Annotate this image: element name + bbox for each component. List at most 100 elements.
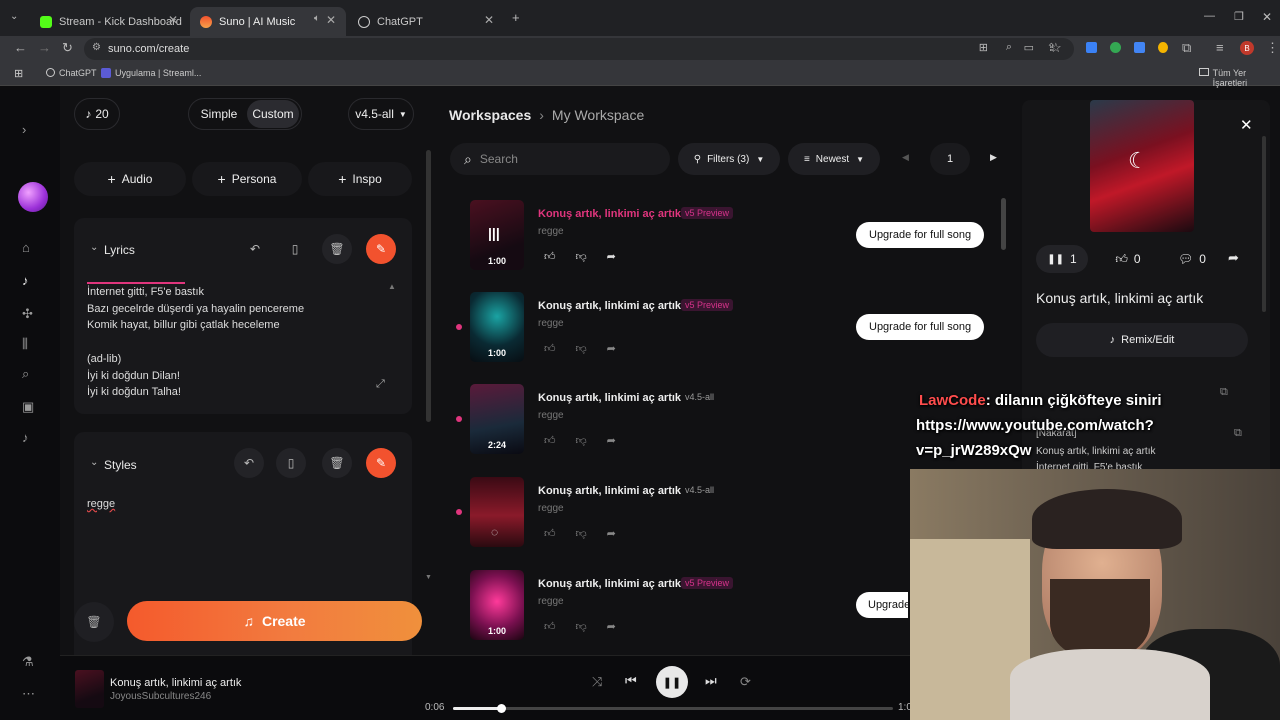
expand-icon[interactable]: ⤢ [376, 378, 385, 391]
song-genre[interactable]: regge [538, 318, 564, 329]
notifications-bell-icon[interactable]: ♪ [22, 430, 29, 445]
profile-avatar[interactable]: B [1240, 41, 1254, 55]
bookmark-button[interactable]: ▯ [280, 234, 310, 264]
undo-button[interactable]: ↶ [234, 448, 264, 478]
song-cover[interactable]: 2:24 [470, 384, 524, 454]
like-icon[interactable]: 👍︎ [544, 435, 576, 447]
song-cover[interactable]: 1:00 [470, 292, 524, 362]
previous-track-icon[interactable]: ⏮︎ [625, 673, 637, 689]
like-button[interactable]: 👍︎ 0 [1108, 245, 1148, 273]
model-select[interactable]: v4.5-all ▼ [348, 98, 414, 130]
filters-button[interactable]: ⚲ Filters (3) ▼ [678, 143, 780, 175]
home-icon[interactable]: ⌂ [22, 240, 30, 255]
upgrade-button[interactable]: Upgrade for full song [856, 314, 985, 340]
cast-icon[interactable]: ▭ [1024, 41, 1034, 54]
scrollbar[interactable] [1262, 136, 1266, 312]
next-track-icon[interactable]: ⏭︎ [705, 673, 717, 689]
tab-chatgpt[interactable]: ChatGPT ✕ [348, 7, 504, 36]
like-icon[interactable]: 👍︎ [544, 528, 576, 540]
next-page-icon[interactable]: ▶ [990, 152, 997, 163]
bookmark-streamlabs[interactable]: Uygulama | Streaml... [101, 68, 201, 78]
player-song-title[interactable]: Konuş artık, linkimi aç artık [110, 677, 241, 689]
lyrics-textarea[interactable]: İnternet gitti, F5'e bastık Bazı gecelrd… [87, 284, 304, 401]
minimize-icon[interactable]: — [1204, 10, 1215, 22]
song-title[interactable]: Konuş artık, linkimi aç artık [538, 392, 681, 404]
upgrade-button[interactable]: Upgrade [856, 592, 908, 618]
zoom-icon[interactable]: ⌕ [1006, 41, 1012, 54]
upgrade-button[interactable]: Upgrade for full song [856, 222, 985, 248]
extension-icon[interactable] [1086, 42, 1097, 53]
song-row[interactable]: 1:00 Konuş artık, linkimi aç artık v5 Pr… [456, 292, 1008, 372]
copy-icon[interactable]: ⧉ [1234, 427, 1242, 440]
clear-lyrics-button[interactable]: 🗑︎ [322, 234, 352, 264]
like-icon[interactable]: 👍︎ [544, 343, 576, 355]
close-tab-icon[interactable]: ✕ [484, 13, 494, 27]
scroll-down-icon[interactable]: ▼ [425, 574, 432, 581]
bookmark-button[interactable]: ▯ [276, 448, 306, 478]
prev-page-icon[interactable]: ◀ [902, 152, 909, 163]
share-arrow-icon[interactable]: ➦ [607, 435, 636, 447]
page-number[interactable]: 1 [930, 143, 970, 175]
expand-sidebar-icon[interactable]: › [22, 122, 26, 137]
tab-kick[interactable]: Stream - Kick Dashboard ✕ [30, 7, 188, 36]
song-row[interactable]: ||| 1:00 Konuş artık, linkimi aç artık v5… [468, 200, 1008, 280]
search-icon[interactable]: ⌕ [22, 366, 29, 382]
dislike-icon[interactable]: 👎︎ [576, 251, 607, 263]
dislike-icon[interactable]: 👎︎ [576, 621, 607, 633]
bookmark-star-icon[interactable]: ☆ [1050, 40, 1062, 56]
extension-icon[interactable] [1134, 42, 1145, 53]
scrollbar[interactable] [426, 150, 431, 422]
progress-handle[interactable] [497, 704, 507, 713]
share-arrow-icon[interactable]: ➦ [1228, 250, 1239, 266]
hooks-icon[interactable]: ▣ [22, 399, 34, 415]
add-audio-button[interactable]: + Audio [74, 162, 186, 196]
breadcrumb-my-workspace[interactable]: My Workspace [552, 107, 644, 123]
close-icon[interactable]: ✕ [1240, 116, 1253, 134]
library-icon[interactable]: ⫼ [22, 336, 28, 352]
forward-icon[interactable]: → [38, 40, 51, 55]
song-genre[interactable]: regge [538, 226, 564, 237]
share-arrow-icon[interactable]: ➦ [607, 251, 636, 263]
collapse-chevron-icon[interactable]: ⌄ [90, 242, 98, 253]
magic-wand-button[interactable]: ✎ [366, 234, 396, 264]
comment-button[interactable]: 💬︎ 0 [1172, 245, 1212, 273]
share-arrow-icon[interactable]: ➦ [607, 621, 636, 633]
extensions-puzzle-icon[interactable]: ⧉ [1182, 40, 1191, 56]
mode-simple-tab[interactable]: Simple [191, 107, 247, 121]
share-arrow-icon[interactable]: ➦ [607, 528, 636, 540]
sort-button[interactable]: ≡ Newest ▼ [788, 143, 880, 175]
tab-search-icon[interactable]: ⌄ [10, 11, 18, 22]
collapse-chevron-icon[interactable]: ⌄ [90, 457, 98, 468]
undo-button[interactable]: ↶ [240, 234, 270, 264]
add-persona-button[interactable]: + Persona [192, 162, 302, 196]
pause-button[interactable]: ❚❚ [656, 666, 688, 698]
breadcrumb-workspaces[interactable]: Workspaces [449, 107, 531, 123]
speaker-icon[interactable]: 🔈︎ [314, 13, 320, 24]
create-icon[interactable]: ♪ [22, 273, 29, 288]
dislike-icon[interactable]: 👎︎ [576, 343, 607, 355]
labs-icon[interactable]: ⚗ [22, 654, 34, 670]
mode-custom-tab[interactable]: Custom [247, 100, 299, 128]
close-tab-icon[interactable]: ✕ [168, 13, 178, 27]
share-arrow-icon[interactable]: ➦ [607, 343, 636, 355]
song-cover[interactable]: 1:00 [470, 570, 524, 640]
shuffle-icon[interactable]: ⤨ [592, 674, 602, 690]
credits-badge[interactable]: ♪ 20 [74, 98, 120, 130]
search-input[interactable]: ⌕ Search [450, 143, 670, 175]
player-cover[interactable] [75, 670, 104, 708]
song-cover[interactable]: ||| 1:00 [470, 200, 524, 270]
song-title[interactable]: Konuş artık, linkimi aç artık [538, 208, 681, 220]
back-icon[interactable]: ← [14, 40, 27, 55]
restore-icon[interactable]: ❐ [1234, 10, 1244, 23]
progress-track[interactable] [453, 704, 893, 713]
pause-play-count-button[interactable]: ❚❚ 1 [1036, 245, 1088, 273]
url-field[interactable]: ⚙ suno.com/create ⊞ ⌕ ▭ ⇪ [84, 38, 1074, 60]
more-icon[interactable]: ⋯ [22, 686, 35, 702]
user-avatar[interactable] [18, 182, 48, 212]
styles-input[interactable]: regge [87, 498, 115, 510]
site-info-icon[interactable]: ⚙ [92, 42, 101, 53]
copy-icon[interactable]: ⧉ [1220, 386, 1228, 399]
like-icon[interactable]: 👍︎ [544, 621, 576, 633]
clear-styles-button[interactable]: 🗑︎ [322, 448, 352, 478]
bookmark-chatgpt[interactable]: ChatGPT [46, 68, 97, 78]
